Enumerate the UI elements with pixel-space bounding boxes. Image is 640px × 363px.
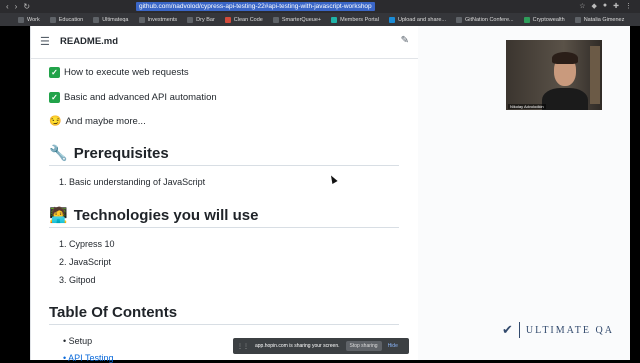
bookmark-dry-bar[interactable]: Dry Bar — [187, 16, 215, 23]
check-icon: ✓ — [49, 91, 60, 103]
presenter-name-label: Nikolay Advolodkin — [508, 104, 546, 109]
bookmark-work[interactable]: Work — [18, 16, 40, 23]
address-bar[interactable]: github.com/nadvolod/cypress-api-testing-… — [136, 2, 375, 11]
list-item: ✓ How to execute web requests — [49, 66, 189, 78]
folder-icon — [138, 16, 145, 23]
webcam-overlay: Nikolay Advolodkin — [506, 40, 602, 110]
site-icon — [331, 16, 338, 23]
bookmark-cryptowealth[interactable]: Cryptowealth — [523, 16, 565, 23]
toc-heading: Table Of Contents — [49, 304, 178, 321]
tech-item: 1. Cypress 10 — [59, 239, 115, 249]
site-icon — [224, 16, 231, 23]
pencil-edit-icon[interactable]: ✎ — [401, 35, 409, 46]
bookmark-gitnation[interactable]: GitNation Confere... — [455, 16, 514, 23]
readme-title: README.md — [60, 36, 119, 47]
bookmark-ultimateqa[interactable]: Ultimateqa — [93, 16, 129, 23]
menu-icon[interactable]: ⋮ — [625, 2, 632, 10]
bookmark-members-portal[interactable]: Members Portal — [331, 16, 379, 23]
site-icon — [574, 16, 581, 23]
prereq-item: 1. Basic understanding of JavaScript — [59, 177, 206, 187]
bookmark-education[interactable]: Education — [49, 16, 83, 23]
folder-icon — [49, 16, 56, 23]
extension-icons: ☆ ◆ ● ✚ ⋮ — [579, 2, 632, 10]
back-icon[interactable]: ‹ — [6, 2, 9, 11]
divider — [518, 322, 520, 338]
puzzle-icon[interactable]: ✚ — [613, 2, 619, 10]
star-icon[interactable]: ☆ — [579, 2, 585, 10]
readme-header: ☰ README.md ✎ — [31, 26, 419, 59]
sharing-message: app.hopin.com is sharing your screen. — [255, 343, 340, 349]
divider — [49, 165, 399, 166]
stop-sharing-button[interactable]: Stop sharing — [345, 341, 382, 351]
folder-icon — [18, 16, 24, 23]
prerequisites-heading: 🔧 Prerequisites — [49, 144, 169, 163]
folder-icon — [187, 16, 194, 23]
ultimate-qa-logo: ✔ ULTIMATE QA — [502, 322, 614, 338]
divider — [49, 324, 399, 325]
screen-sharing-banner: ⋮⋮ app.hopin.com is sharing your screen.… — [233, 338, 409, 354]
technologist-icon: 🧑‍💻 — [49, 207, 68, 224]
nav-icons: ‹ › ↻ — [0, 2, 30, 11]
bookmark-investments[interactable]: Investments — [138, 16, 177, 23]
site-icon — [272, 16, 279, 23]
readme-panel: ☰ README.md ✎ ✓ How to execute web reque… — [30, 26, 420, 363]
logo-text: ULTIMATE QA — [525, 324, 614, 336]
wrench-icon: 🔧 — [49, 145, 68, 162]
extension-icon[interactable]: ● — [603, 2, 607, 10]
divider — [49, 227, 399, 228]
site-icon — [523, 16, 530, 23]
tech-item: 2. JavaScript — [59, 257, 112, 267]
bookmark-natalia-gimenez[interactable]: Natalia Gimenez — [574, 16, 624, 23]
site-icon — [388, 16, 395, 23]
site-icon — [455, 16, 462, 23]
technologies-heading: 🧑‍💻 Technologies you will use — [49, 206, 259, 225]
tech-item: 3. Gitpod — [59, 275, 96, 285]
forward-icon[interactable]: › — [15, 2, 18, 11]
list-item: ✓ Basic and advanced API automation — [49, 91, 217, 103]
bookmark-upload-share[interactable]: Upload and share... — [388, 16, 446, 23]
folder-icon — [93, 16, 100, 23]
toc-link-api-testing[interactable]: • API Testing — [63, 353, 114, 363]
smirk-emoji-icon: 😏 — [49, 115, 62, 127]
bookmarks-bar: Work Education Ultimateqa Investments Dr… — [0, 13, 640, 26]
check-icon: ✓ — [49, 66, 60, 78]
extension-icon[interactable]: ◆ — [592, 2, 597, 10]
check-logo-icon: ✔ — [502, 322, 513, 337]
browser-toolbar: ‹ › ↻ github.com/nadvolod/cypress-api-te… — [0, 0, 640, 13]
bookmark-smarterqueue[interactable]: SmarterQueue+ — [272, 16, 321, 23]
outline-list-icon[interactable]: ☰ — [40, 35, 50, 48]
reload-icon[interactable]: ↻ — [23, 2, 30, 11]
drag-handle-icon[interactable]: ⋮⋮ — [237, 343, 249, 350]
hide-button[interactable]: Hide — [388, 343, 398, 349]
bookmark-clean-code[interactable]: Clean Code — [224, 16, 263, 23]
list-item: 😏 And maybe more... — [49, 115, 146, 127]
toc-item[interactable]: • Setup — [63, 336, 92, 346]
